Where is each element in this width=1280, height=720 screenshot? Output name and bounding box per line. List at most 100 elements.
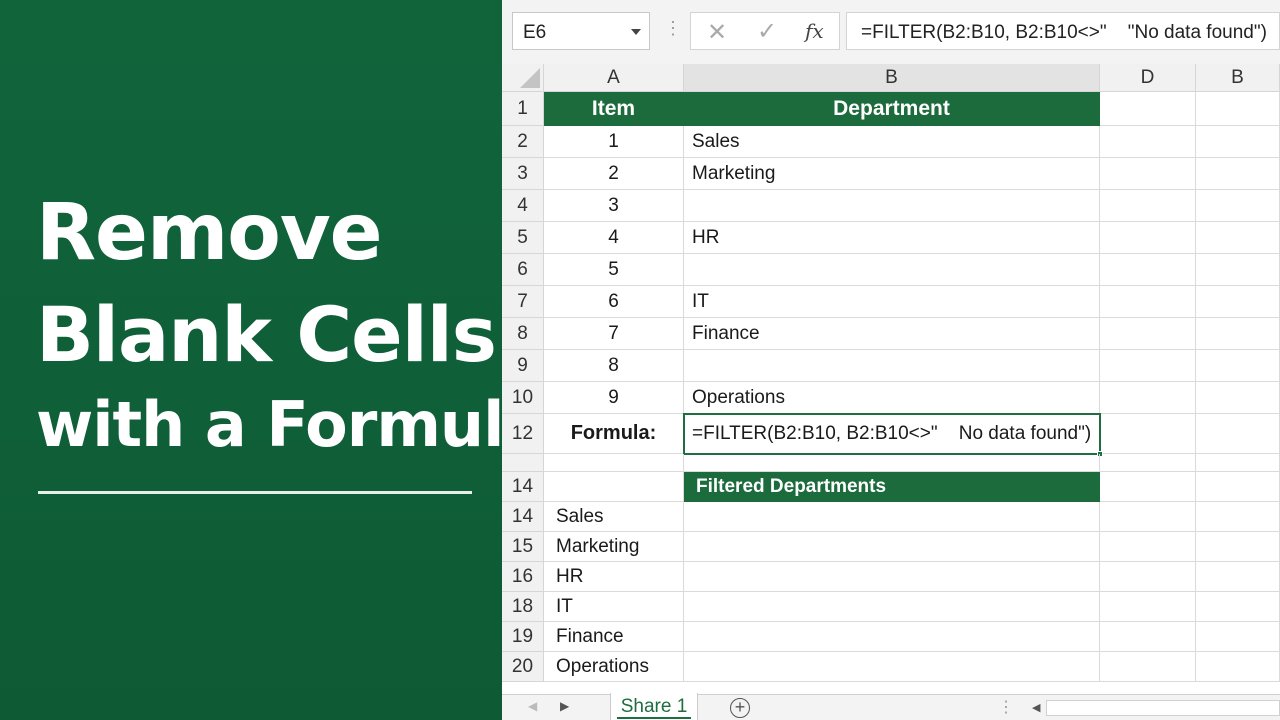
cell-b[interactable]: Marketing (684, 158, 1100, 190)
cell-b[interactable] (684, 652, 1100, 682)
empty-cell[interactable] (1100, 562, 1196, 592)
empty-cell[interactable] (1100, 652, 1196, 682)
empty-cell[interactable] (1100, 158, 1196, 190)
empty-cell[interactable] (1196, 652, 1280, 682)
cell-b[interactable]: Finance (684, 318, 1100, 350)
add-sheet-icon[interactable]: + (730, 698, 750, 718)
cell-a[interactable]: 9 (544, 382, 684, 414)
empty-cell[interactable] (1100, 286, 1196, 318)
empty-cell[interactable] (1100, 126, 1196, 158)
cell-a[interactable]: 7 (544, 318, 684, 350)
row-header[interactable]: 18 (502, 592, 544, 622)
empty-cell[interactable] (1196, 414, 1280, 454)
row-header[interactable] (502, 454, 544, 472)
cell-b[interactable] (684, 532, 1100, 562)
cell-a[interactable]: 6 (544, 286, 684, 318)
empty-cell[interactable] (1196, 318, 1280, 350)
empty-cell[interactable] (1196, 350, 1280, 382)
cell-b[interactable] (684, 562, 1100, 592)
cell-b[interactable] (684, 502, 1100, 532)
cell-a[interactable]: 1 (544, 126, 684, 158)
row-header[interactable]: 6 (502, 254, 544, 286)
column-header[interactable]: B (684, 64, 1100, 92)
cell-a[interactable] (544, 454, 684, 472)
cancel-icon[interactable]: ✕ (707, 18, 727, 47)
name-box[interactable]: E6 (512, 12, 650, 50)
empty-cell[interactable] (1100, 222, 1196, 254)
empty-cell[interactable] (1196, 532, 1280, 562)
scroll-left-icon[interactable]: ◀ (1032, 701, 1040, 714)
cell-b[interactable]: Department (684, 92, 1100, 126)
enter-icon[interactable]: ✓ (757, 17, 777, 46)
empty-cell[interactable] (1196, 472, 1280, 502)
empty-cell[interactable] (1100, 532, 1196, 562)
empty-cell[interactable] (1196, 622, 1280, 652)
empty-cell[interactable] (1196, 190, 1280, 222)
row-header[interactable]: 7 (502, 286, 544, 318)
column-header[interactable]: A (544, 64, 684, 92)
cell-a[interactable]: Item (544, 92, 684, 126)
row-header[interactable]: 2 (502, 126, 544, 158)
row-header[interactable]: 14 (502, 502, 544, 532)
cell-a[interactable]: 5 (544, 254, 684, 286)
cell-b[interactable]: IT (684, 286, 1100, 318)
empty-cell[interactable] (1100, 254, 1196, 286)
select-all-corner[interactable] (502, 64, 544, 92)
empty-cell[interactable] (1100, 414, 1196, 454)
cell-b[interactable] (684, 190, 1100, 222)
empty-cell[interactable] (1196, 502, 1280, 532)
empty-cell[interactable] (1196, 382, 1280, 414)
empty-cell[interactable] (1100, 190, 1196, 222)
previous-sheet-icon[interactable]: ◀ (528, 699, 537, 713)
cell-b[interactable]: Operations (684, 382, 1100, 414)
cell-a[interactable]: HR (544, 562, 684, 592)
row-header[interactable]: 10 (502, 382, 544, 414)
cell-a[interactable]: 2 (544, 158, 684, 190)
empty-cell[interactable] (1196, 92, 1280, 126)
row-header[interactable]: 14 (502, 472, 544, 502)
next-sheet-icon[interactable]: ▶ (560, 699, 569, 713)
empty-cell[interactable] (1196, 158, 1280, 190)
row-header[interactable]: 15 (502, 532, 544, 562)
row-header[interactable]: 19 (502, 622, 544, 652)
cell-a[interactable]: Operations (544, 652, 684, 682)
chevron-down-icon[interactable] (631, 29, 641, 35)
sheet-tab[interactable]: Share 1 (610, 693, 698, 720)
empty-cell[interactable] (1100, 472, 1196, 502)
empty-cell[interactable] (1196, 254, 1280, 286)
empty-cell[interactable] (1100, 454, 1196, 472)
cell-b[interactable]: Filtered Departments (684, 472, 1100, 502)
cell-a[interactable]: Finance (544, 622, 684, 652)
row-header[interactable]: 3 (502, 158, 544, 190)
empty-cell[interactable] (1100, 382, 1196, 414)
cell-a[interactable]: IT (544, 592, 684, 622)
cell-a[interactable]: 4 (544, 222, 684, 254)
horizontal-scrollbar[interactable] (1046, 700, 1280, 716)
cell-b[interactable]: HR (684, 222, 1100, 254)
empty-cell[interactable] (1196, 222, 1280, 254)
cell-a[interactable]: Sales (544, 502, 684, 532)
cell-b[interactable]: Sales (684, 126, 1100, 158)
empty-cell[interactable] (1100, 502, 1196, 532)
empty-cell[interactable] (1196, 286, 1280, 318)
row-header[interactable]: 5 (502, 222, 544, 254)
tab-splitter-icon[interactable]: ⋮ (998, 697, 1014, 717)
row-header[interactable]: 16 (502, 562, 544, 592)
row-header[interactable]: 8 (502, 318, 544, 350)
cell-a[interactable]: Formula: (544, 414, 684, 454)
empty-cell[interactable] (1196, 592, 1280, 622)
cell-a[interactable]: 3 (544, 190, 684, 222)
cell-a[interactable]: 8 (544, 350, 684, 382)
cell-a[interactable] (544, 472, 684, 502)
cell-b[interactable]: =FILTER(B2:B10, B2:B10<>" No data found"… (684, 414, 1100, 454)
formula-input[interactable]: =FILTER(B2:B10, B2:B10<>" "No data found… (846, 12, 1280, 50)
column-header[interactable]: B (1196, 64, 1280, 92)
empty-cell[interactable] (1100, 350, 1196, 382)
empty-cell[interactable] (1100, 318, 1196, 350)
row-header[interactable]: 1 (502, 92, 544, 126)
cell-b[interactable] (684, 592, 1100, 622)
insert-function-icon[interactable]: fx (805, 19, 824, 43)
more-options-icon[interactable]: ⋮ (664, 18, 682, 39)
empty-cell[interactable] (1196, 562, 1280, 592)
row-header[interactable]: 4 (502, 190, 544, 222)
